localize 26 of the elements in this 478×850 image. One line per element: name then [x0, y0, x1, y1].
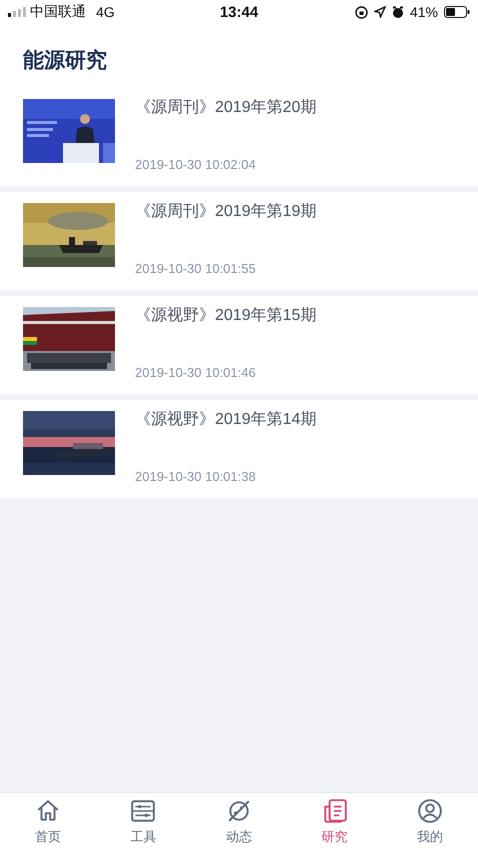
battery-percent: 41%	[410, 4, 438, 20]
user-icon	[417, 798, 444, 824]
tab[interactable]: 动态	[191, 793, 287, 850]
article-time: 2019-10-30 10:01:55	[135, 261, 257, 276]
tab[interactable]: 首页	[0, 793, 96, 850]
article-title[interactable]: 《源视野》2019年第15期	[135, 305, 316, 326]
tab[interactable]: 我的	[382, 793, 478, 850]
article-time: 2019-10-30 10:01:46	[135, 365, 257, 380]
network-type: 4G	[96, 4, 115, 20]
location-icon	[374, 6, 386, 18]
carrier-name: 中国联通	[30, 3, 86, 21]
alarm-icon	[392, 6, 404, 18]
tab[interactable]: 研究	[286, 793, 382, 850]
article-title[interactable]: 《源周刊》2019年第19期	[135, 201, 316, 222]
orientation-lock-icon	[354, 6, 368, 18]
article-title[interactable]: 《源视野》2019年第14期	[135, 409, 316, 430]
signal-icon	[8, 7, 26, 17]
page-title: 能源研究	[23, 48, 108, 74]
document-icon	[322, 798, 348, 824]
article-title[interactable]: 《源周刊》2019年第20期	[135, 97, 316, 118]
home-icon	[34, 798, 61, 824]
clock-time: 13:44	[220, 4, 258, 20]
battery-icon	[444, 6, 470, 18]
tab[interactable]: 工具	[96, 793, 192, 850]
article-time: 2019-10-30 10:01:38	[135, 469, 257, 484]
article-time: 2019-10-30 10:02:04	[135, 157, 257, 172]
